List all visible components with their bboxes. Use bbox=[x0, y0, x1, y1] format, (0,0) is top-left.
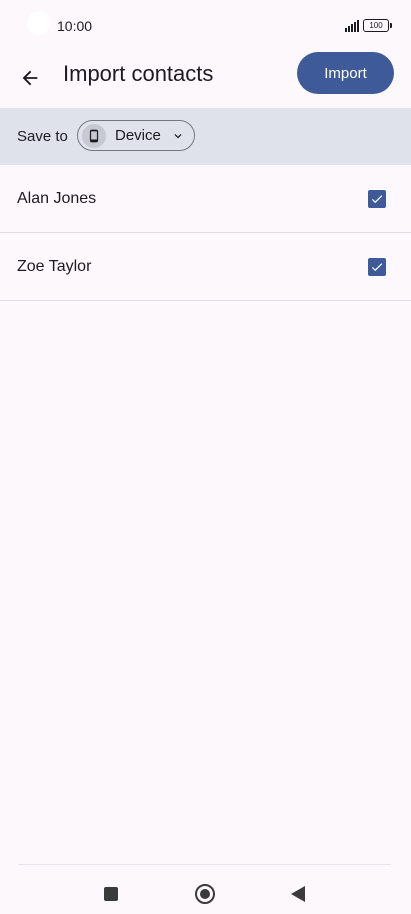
contact-row[interactable]: Zoe Taylor bbox=[0, 233, 411, 301]
check-icon bbox=[371, 263, 383, 272]
contact-name: Zoe Taylor bbox=[17, 258, 92, 275]
battery-icon: 100 bbox=[363, 19, 392, 32]
home-circle-icon bbox=[195, 884, 215, 904]
status-time: 10:00 bbox=[57, 18, 93, 34]
contact-row[interactable]: Alan Jones bbox=[0, 165, 411, 233]
contact-name: Alan Jones bbox=[17, 190, 97, 207]
save-to-label: Save to bbox=[17, 128, 68, 145]
recents-square-icon bbox=[104, 887, 118, 901]
save-to-bar: Save to Device bbox=[0, 108, 411, 165]
contact-checkbox[interactable] bbox=[368, 258, 386, 276]
camera-cutout bbox=[27, 11, 51, 35]
app-bar: Import contacts Import bbox=[0, 52, 411, 108]
system-nav-bar bbox=[0, 866, 411, 914]
recents-button[interactable] bbox=[91, 874, 131, 914]
arrow-back-icon bbox=[22, 70, 38, 86]
nav-divider bbox=[18, 864, 391, 865]
status-bar: 10:00 100 bbox=[0, 0, 411, 52]
contact-checkbox[interactable] bbox=[368, 190, 386, 208]
back-button[interactable] bbox=[8, 56, 52, 100]
signal-icon bbox=[345, 19, 359, 32]
chevron-down-icon bbox=[171, 129, 185, 143]
save-location-value: Device bbox=[115, 127, 161, 144]
page-title: Import contacts bbox=[63, 61, 214, 86]
check-icon bbox=[371, 195, 383, 204]
import-button[interactable]: Import bbox=[297, 52, 394, 94]
phone-icon bbox=[82, 123, 106, 148]
home-button[interactable] bbox=[185, 874, 225, 914]
back-nav-button[interactable] bbox=[278, 874, 318, 914]
status-icons: 100 bbox=[345, 19, 392, 32]
back-triangle-icon bbox=[291, 886, 305, 902]
save-location-dropdown[interactable]: Device bbox=[77, 120, 195, 151]
